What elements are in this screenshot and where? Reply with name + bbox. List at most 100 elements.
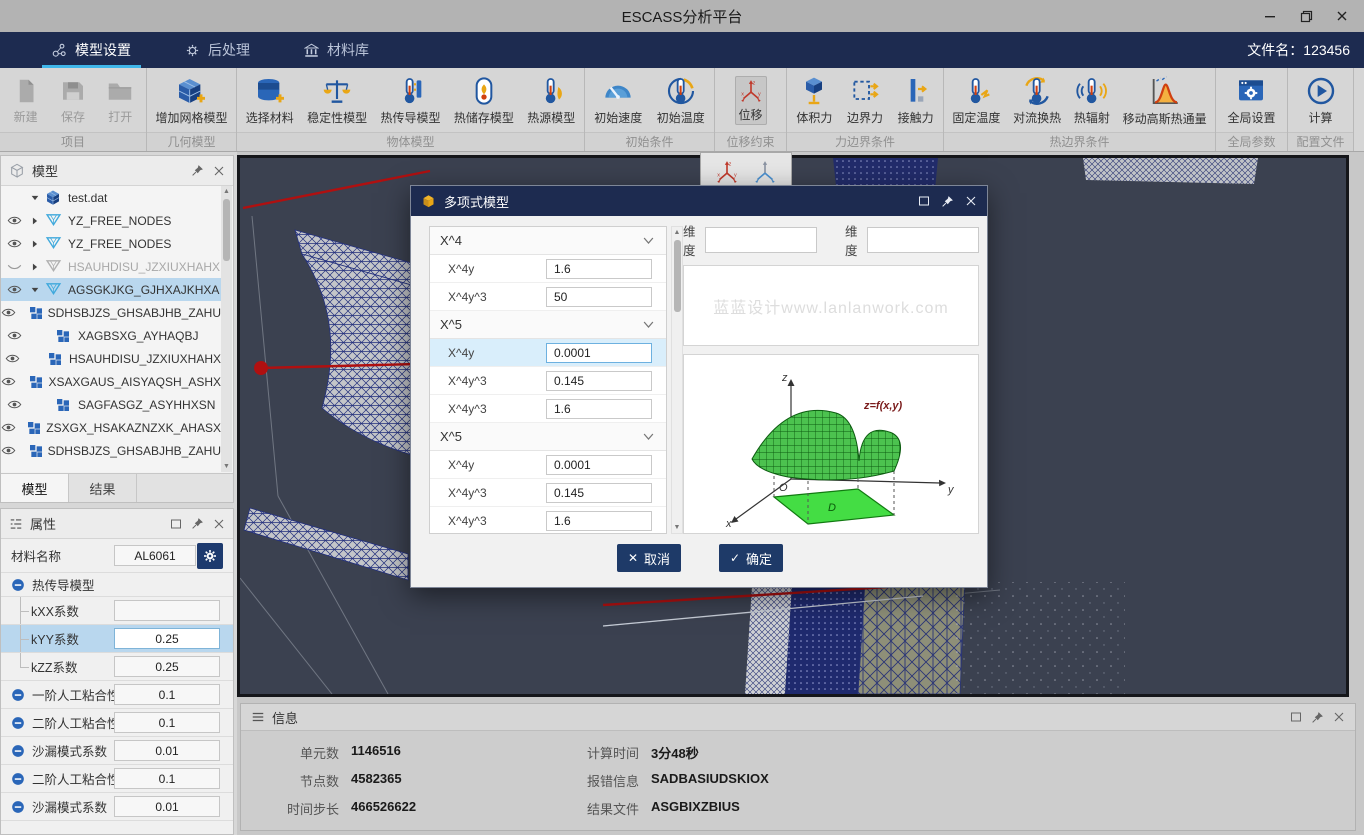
dim1-input[interactable] (705, 227, 817, 253)
panel-tab-结果[interactable]: 结果 (69, 474, 137, 502)
property-row-kYY系数[interactable]: kYY系数 (1, 625, 233, 653)
nav-tab-模型设置[interactable]: 模型设置 (38, 32, 145, 68)
expand-right-icon[interactable] (30, 216, 40, 226)
visibility-open-icon[interactable] (7, 282, 22, 297)
property-row-一阶人工粘合性[interactable]: 一阶人工粘合性 (1, 681, 233, 709)
toolbar-button-稳定性模型[interactable]: 稳定性模型 (304, 73, 370, 128)
property-row-kZZ系数[interactable]: kZZ系数 (1, 653, 233, 681)
visibility-open-icon[interactable] (1, 420, 16, 435)
nav-tab-材料库[interactable]: 材料库 (290, 32, 383, 68)
term-group-header-X^5[interactable]: X^5 (430, 311, 666, 339)
toolbar-button-打开[interactable]: 打开 (102, 74, 138, 127)
cancel-button[interactable]: ✕ 取消 (617, 544, 681, 572)
toolbar-button-初始速度[interactable]: 初始速度 (591, 73, 645, 128)
toolbar-button-体积力[interactable]: 体积力 (793, 73, 835, 128)
property-value-input[interactable] (114, 684, 220, 705)
expand-right-icon[interactable] (30, 262, 40, 272)
toolbar-button-初始温度[interactable]: 初始温度 (654, 73, 708, 128)
term-row-X^4y[interactable]: X^4y (430, 255, 666, 283)
model-tree-scrollbar[interactable]: ▲ ▼ (221, 186, 232, 472)
scrollbar-thumb[interactable] (223, 199, 230, 261)
panel-tab-模型[interactable]: 模型 (1, 474, 69, 502)
visibility-open-icon[interactable] (5, 351, 20, 366)
toolbar-button-热辐射[interactable]: 热辐射 (1071, 73, 1113, 128)
maximize-icon[interactable] (170, 518, 182, 530)
close-icon[interactable] (965, 195, 977, 207)
tree-item-XAGBSXG_AYHAQBJ[interactable]: XAGBSXG_AYHAQBJ (1, 324, 221, 347)
nav-tab-后处理[interactable]: 后处理 (171, 32, 264, 68)
term-value-input[interactable] (546, 455, 652, 475)
tree-item-SDHSBJZS_GHSABJHB_ZAHU[interactable]: SDHSBJZS_GHSABJHB_ZAHU (1, 439, 221, 462)
property-row-沙漏模式系数[interactable]: 沙漏模式系数 (1, 737, 233, 765)
expand-down-icon[interactable] (30, 193, 40, 203)
maximize-icon[interactable] (1290, 711, 1302, 723)
property-row-二阶人工粘合性[interactable]: 二阶人工粘合性 (1, 709, 233, 737)
maximize-icon[interactable] (918, 195, 930, 207)
collapse-icon[interactable] (11, 744, 25, 758)
material-name-input[interactable] (114, 545, 196, 566)
tree-item-HSAUHDISU_JZXIUXHAHX[interactable]: HSAUHDISU_JZXIUXHAHX (1, 347, 221, 370)
dialog-header[interactable]: 多项式模型 (411, 186, 987, 216)
section-header-热传导模型[interactable]: 热传导模型 (1, 573, 233, 597)
visibility-closed-icon[interactable] (7, 259, 22, 274)
toolbar-button-对流换热[interactable]: 对流换热 (1010, 73, 1064, 128)
tree-item-ZSXGX_HSAKAZNZXK_AHASX[interactable]: ZSXGX_HSAKAZNZXK_AHASX (1, 416, 221, 439)
property-value-input[interactable] (114, 768, 220, 789)
property-row-二阶人工粘合性[interactable]: 二阶人工粘合性 (1, 765, 233, 793)
term-value-input[interactable] (546, 399, 652, 419)
property-row-沙漏模式系数[interactable]: 沙漏模式系数 (1, 793, 233, 821)
toolbar-button-新建[interactable]: 新建 (8, 74, 44, 127)
axis-triad-blue-icon[interactable] (752, 159, 778, 185)
term-value-input[interactable] (546, 511, 652, 531)
term-value-input[interactable] (546, 343, 652, 363)
term-value-input[interactable] (546, 483, 652, 503)
property-value-input[interactable] (114, 712, 220, 733)
pin-icon[interactable] (191, 164, 204, 177)
tree-item-YZ_FREE_NODES[interactable]: YZ_FREE_NODES (1, 232, 221, 255)
term-group-header-X^4[interactable]: X^4 (430, 227, 666, 255)
toolbar-button-位移[interactable]: zxy位移 (735, 76, 767, 125)
term-row-X^4y^3[interactable]: X^4y^3 (430, 479, 666, 507)
material-settings-button[interactable] (197, 543, 223, 569)
collapse-icon[interactable] (11, 578, 25, 592)
scrollbar-thumb[interactable] (674, 240, 681, 312)
term-row-X^4y^3[interactable]: X^4y^3 (430, 395, 666, 423)
tree-item-test.dat[interactable]: test.dat (1, 186, 221, 209)
toolbar-button-固定温度[interactable]: 固定温度 (949, 73, 1003, 128)
tree-item-YZ_FREE_NODES[interactable]: YZ_FREE_NODES (1, 209, 221, 232)
minimize-button[interactable] (1252, 0, 1288, 32)
toolbar-button-接触力[interactable]: 接触力 (895, 73, 937, 128)
property-value-input[interactable] (114, 740, 220, 761)
visibility-open-icon[interactable] (7, 236, 22, 251)
toolbar-button-保存[interactable]: 保存 (55, 74, 91, 127)
visibility-open-icon[interactable] (1, 374, 16, 389)
tree-item-SDHSBJZS_GHSABJHB_ZAHU[interactable]: SDHSBJZS_GHSABJHB_ZAHU (1, 301, 221, 324)
confirm-button[interactable]: ✓ 确定 (719, 544, 783, 572)
dim2-input[interactable] (867, 227, 979, 253)
collapse-icon[interactable] (11, 716, 25, 730)
collapse-icon[interactable] (11, 688, 25, 702)
property-value-input[interactable] (114, 656, 220, 677)
property-value-input[interactable] (114, 600, 220, 621)
tree-item-AGSGKJKG_GJHXAJKHXA[interactable]: AGSGKJKG_GJHXAJKHXA (1, 278, 221, 301)
close-icon[interactable] (1333, 711, 1345, 723)
toolbar-button-热源模型[interactable]: 热源模型 (524, 73, 578, 128)
visibility-open-icon[interactable] (7, 213, 22, 228)
toolbar-button-增加网格模型[interactable]: 增加网格模型 (152, 73, 230, 128)
term-row-X^4y[interactable]: X^4y (430, 339, 666, 367)
close-icon[interactable] (213, 518, 225, 530)
expand-down-icon[interactable] (30, 285, 40, 295)
pin-icon[interactable] (941, 195, 954, 208)
close-icon[interactable] (213, 165, 225, 177)
term-value-input[interactable] (546, 287, 652, 307)
pin-icon[interactable] (191, 517, 204, 530)
visibility-open-icon[interactable] (1, 443, 16, 458)
collapse-icon[interactable] (11, 772, 25, 786)
term-row-X^4y^3[interactable]: X^4y^3 (430, 367, 666, 395)
close-button[interactable] (1324, 0, 1360, 32)
visibility-open-icon[interactable] (7, 328, 22, 343)
visibility-open-icon[interactable] (1, 305, 16, 320)
expand-right-icon[interactable] (30, 239, 40, 249)
tree-item-XSAXGAUS_AISYAQSH_ASHX[interactable]: XSAXGAUS_AISYAQSH_ASHX (1, 370, 221, 393)
restore-button[interactable] (1288, 0, 1324, 32)
